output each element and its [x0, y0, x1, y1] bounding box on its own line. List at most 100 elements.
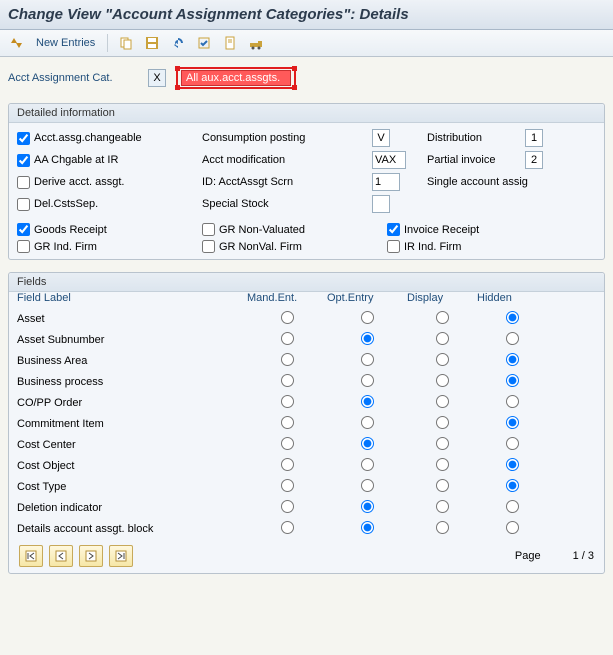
first-page-button[interactable] [19, 545, 43, 567]
field-row: Cost Center [17, 434, 596, 455]
cb-gr-firm[interactable] [17, 240, 30, 253]
cb-derive[interactable] [17, 176, 30, 189]
field-radio[interactable] [506, 416, 519, 429]
field-radio[interactable] [436, 458, 449, 471]
cb-ir-firm-label: IR Ind. Firm [404, 241, 461, 253]
field-radio[interactable] [281, 374, 294, 387]
field-radio[interactable] [281, 311, 294, 324]
field-radio[interactable] [436, 437, 449, 450]
cb-gr[interactable] [17, 223, 30, 236]
cb-inv[interactable] [387, 223, 400, 236]
field-radio[interactable] [361, 521, 374, 534]
field-radio[interactable] [436, 500, 449, 513]
select-icon[interactable] [194, 33, 214, 53]
special-stock-input[interactable] [372, 195, 390, 213]
field-row: Cost Type [17, 476, 596, 497]
cb-ir-firm[interactable] [387, 240, 400, 253]
field-radio[interactable] [281, 437, 294, 450]
field-radio[interactable] [506, 458, 519, 471]
field-radio[interactable] [436, 353, 449, 366]
field-radio[interactable] [361, 353, 374, 366]
field-row-label: Cost Type [17, 481, 247, 493]
cb-gr-nvfirm-label: GR NonVal. Firm [219, 241, 302, 253]
cb-chg-ir[interactable] [17, 154, 30, 167]
field-radio[interactable] [506, 500, 519, 513]
consumption-posting-label: Consumption posting [202, 132, 372, 144]
copy-icon[interactable] [116, 33, 136, 53]
field-radio[interactable] [506, 395, 519, 408]
field-radio[interactable] [281, 521, 294, 534]
field-radio[interactable] [506, 479, 519, 492]
detailed-info-group: Detailed information Acct.assg.changeabl… [8, 103, 605, 260]
field-radio[interactable] [361, 374, 374, 387]
undo-icon[interactable] [168, 33, 188, 53]
field-radio[interactable] [361, 395, 374, 408]
field-radio[interactable] [436, 395, 449, 408]
field-radio[interactable] [436, 416, 449, 429]
field-row-label: Business Area [17, 355, 247, 367]
consumption-posting-input[interactable] [372, 129, 390, 147]
field-radio[interactable] [506, 353, 519, 366]
field-row-label: Business process [17, 376, 247, 388]
page-icon[interactable] [220, 33, 240, 53]
acct-modification-input[interactable] [372, 151, 406, 169]
cb-del[interactable] [17, 198, 30, 211]
field-radio[interactable] [281, 479, 294, 492]
field-radio[interactable] [281, 332, 294, 345]
toolbar: New Entries [0, 30, 613, 57]
next-page-button[interactable] [79, 545, 103, 567]
fields-group: Fields Field Label Mand.Ent. Opt.Entry D… [8, 272, 605, 574]
field-radio[interactable] [361, 479, 374, 492]
new-entries-button[interactable]: New Entries [36, 37, 95, 49]
field-radio[interactable] [361, 416, 374, 429]
col-mand: Mand.Ent. [247, 292, 327, 304]
field-row: Asset [17, 308, 596, 329]
toggle-icon[interactable] [6, 33, 26, 53]
field-radio[interactable] [281, 500, 294, 513]
single-account-text: Single account assig [427, 176, 596, 188]
field-radio[interactable] [436, 374, 449, 387]
field-radio[interactable] [506, 521, 519, 534]
last-page-button[interactable] [109, 545, 133, 567]
field-radio[interactable] [281, 458, 294, 471]
field-radio[interactable] [506, 374, 519, 387]
cb-gr-nonval-label: GR Non-Valuated [219, 224, 305, 236]
field-radio[interactable] [281, 416, 294, 429]
field-radio[interactable] [361, 437, 374, 450]
field-radio[interactable] [436, 311, 449, 324]
field-radio[interactable] [361, 311, 374, 324]
field-radio[interactable] [436, 479, 449, 492]
field-row-label: Commitment Item [17, 418, 247, 430]
field-radio[interactable] [361, 332, 374, 345]
cb-chg-ir-label: AA Chgable at IR [34, 154, 118, 166]
field-radio[interactable] [281, 353, 294, 366]
cb-gr-nonval[interactable] [202, 223, 215, 236]
field-radio[interactable] [436, 521, 449, 534]
field-radio[interactable] [436, 332, 449, 345]
field-row-label: Asset [17, 313, 247, 325]
cb-gr-nvfirm[interactable] [202, 240, 215, 253]
col-disp: Display [407, 292, 477, 304]
cb-del-label: Del.CstsSep. [34, 198, 98, 210]
distribution-input[interactable] [525, 129, 543, 147]
cb-changeable[interactable] [17, 132, 30, 145]
prev-page-button[interactable] [49, 545, 73, 567]
col-opt: Opt.Entry [327, 292, 407, 304]
field-row-label: CO/PP Order [17, 397, 247, 409]
acct-modification-label: Acct modification [202, 154, 372, 166]
partial-invoice-input[interactable] [525, 151, 543, 169]
field-radio[interactable] [281, 395, 294, 408]
save-icon[interactable] [142, 33, 162, 53]
field-radio[interactable] [506, 332, 519, 345]
field-radio[interactable] [361, 500, 374, 513]
field-radio[interactable] [361, 458, 374, 471]
field-radio[interactable] [506, 437, 519, 450]
acct-assign-cat-code[interactable] [148, 69, 166, 87]
id-scrn-input[interactable] [372, 173, 400, 191]
transport-icon[interactable] [246, 33, 266, 53]
field-row: Business process [17, 371, 596, 392]
separator [107, 34, 108, 52]
page-label: Page [515, 550, 541, 562]
field-radio[interactable] [506, 311, 519, 324]
col-field-label: Field Label [17, 292, 247, 304]
